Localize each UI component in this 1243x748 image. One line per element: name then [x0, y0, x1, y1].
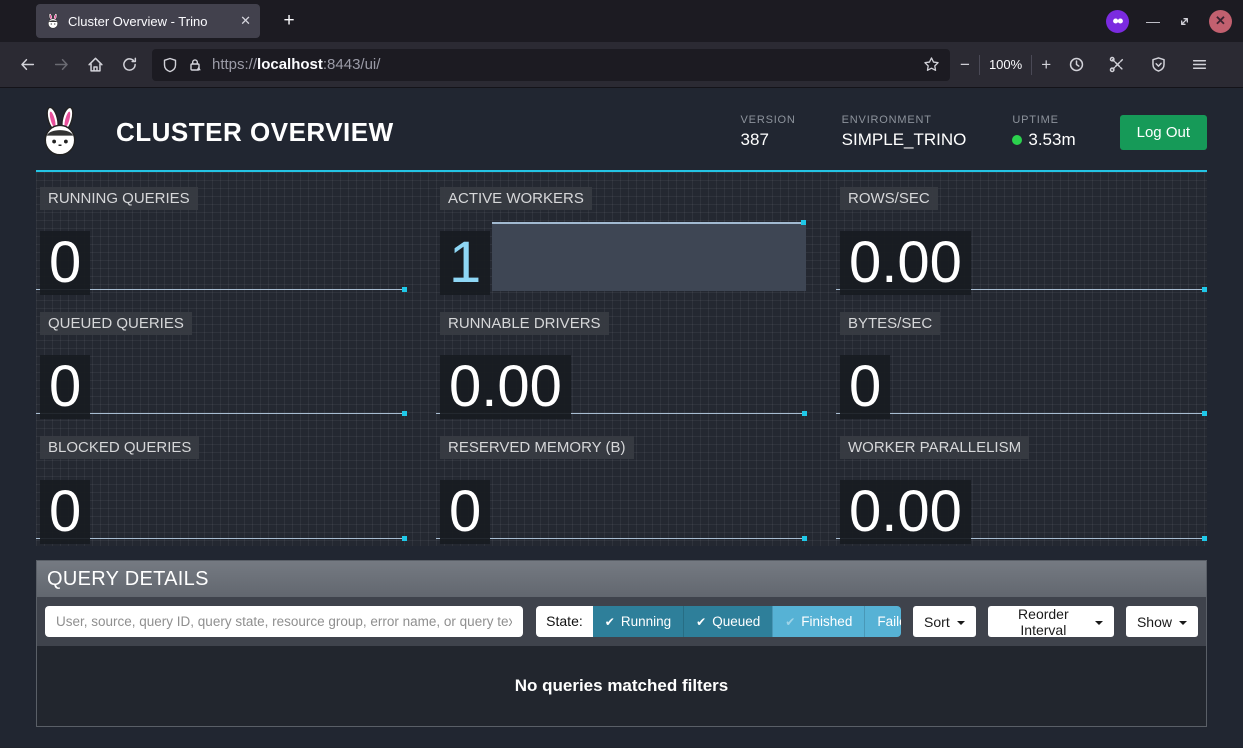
version-meta: VERSION 387: [741, 114, 796, 150]
zoom-out-button[interactable]: −: [960, 55, 970, 75]
query-filter-toolbar: State: ✔ Running ✔ Queued ✔ Finished Fai…: [37, 597, 1206, 646]
sort-dropdown[interactable]: Sort: [913, 606, 976, 637]
state-filter-finished[interactable]: ✔ Finished: [772, 606, 864, 637]
sparkline: [36, 413, 407, 414]
lock-warning-icon[interactable]: [187, 57, 203, 73]
trino-cluster-overview-page: CLUSTER OVERVIEW VERSION 387 ENVIRONMENT…: [0, 88, 1243, 747]
url-text: https://localhost:8443/ui/: [212, 56, 380, 73]
zoom-in-button[interactable]: +: [1041, 55, 1051, 75]
browser-tab[interactable]: Cluster Overview - Trino ✕: [36, 4, 260, 38]
browser-toolbar: https://localhost:8443/ui/ − 100% +: [0, 42, 1243, 88]
home-button[interactable]: [78, 49, 112, 81]
window-close-button[interactable]: ✕: [1209, 10, 1232, 33]
zoom-level[interactable]: 100%: [989, 57, 1022, 72]
caret-down-icon: [1095, 621, 1103, 625]
stat-value: 0.00: [440, 355, 571, 419]
stat-value: 0: [40, 231, 90, 295]
separator: [1031, 55, 1032, 75]
separator: [979, 55, 980, 75]
caret-down-icon: [957, 621, 965, 625]
window-restore-button[interactable]: [1177, 14, 1192, 29]
shield-icon[interactable]: [162, 57, 178, 73]
query-search-input[interactable]: [45, 606, 523, 637]
empty-message: No queries matched filters: [515, 676, 729, 696]
menu-hamburger-icon[interactable]: [1182, 49, 1216, 81]
logout-button[interactable]: Log Out: [1120, 115, 1207, 150]
new-tab-button[interactable]: +: [274, 6, 304, 36]
environment-value: SIMPLE_TRINO: [842, 130, 967, 150]
sparkline: [436, 538, 807, 539]
stat-active-workers: ACTIVE WORKERS 1: [436, 172, 807, 297]
environment-meta: ENVIRONMENT SIMPLE_TRINO: [842, 114, 967, 150]
trino-logo: [36, 107, 84, 157]
stats-grid: RUNNING QUERIES 0 ACTIVE WORKERS 1 ROWS/…: [36, 172, 1207, 546]
screenshot-scissors-icon[interactable]: [1100, 49, 1134, 81]
stat-blocked-queries: BLOCKED QUERIES 0: [36, 421, 407, 546]
state-filter-group: State: ✔ Running ✔ Queued ✔ Finished Fai…: [536, 606, 901, 637]
back-button[interactable]: [10, 49, 44, 81]
stat-value: 0: [840, 355, 890, 419]
stat-value: 0: [40, 355, 90, 419]
show-dropdown[interactable]: Show: [1126, 606, 1198, 637]
stat-value: 0.00: [840, 480, 971, 544]
state-filter-running[interactable]: ✔ Running: [593, 606, 683, 637]
stat-rows-sec: ROWS/SEC 0.00: [836, 172, 1207, 297]
query-list-empty-state: No queries matched filters: [37, 646, 1206, 726]
stat-value: 1: [440, 231, 490, 295]
state-label: State:: [536, 606, 593, 637]
stat-running-queries: RUNNING QUERIES 0: [36, 172, 407, 297]
query-details-panel: QUERY DETAILS State: ✔ Running ✔ Queued …: [36, 560, 1207, 727]
query-details-title: QUERY DETAILS: [37, 561, 1206, 597]
state-filter-queued[interactable]: ✔ Queued: [683, 606, 772, 637]
uptime-status-dot: [1012, 135, 1022, 145]
window-minimize-button[interactable]: —: [1146, 13, 1160, 29]
stat-worker-parallelism: WORKER PARALLELISM 0.00: [836, 421, 1207, 546]
sparkline: [36, 289, 407, 290]
shield-check-icon[interactable]: [1141, 49, 1175, 81]
tab-close-icon[interactable]: ✕: [240, 13, 251, 29]
url-bar[interactable]: https://localhost:8443/ui/: [152, 49, 950, 81]
reload-button[interactable]: [112, 49, 146, 81]
history-clock-icon[interactable]: [1059, 49, 1093, 81]
sparkline: [836, 413, 1207, 414]
check-icon: ✔: [696, 615, 706, 629]
stat-reserved-memory: RESERVED MEMORY (B) 0: [436, 421, 807, 546]
tab-title: Cluster Overview - Trino: [68, 14, 229, 29]
stat-value: 0: [440, 480, 490, 544]
check-icon: ✔: [785, 615, 795, 629]
version-value: 387: [741, 130, 796, 150]
stat-queued-queries: QUEUED QUERIES 0: [36, 297, 407, 422]
stat-value: 0.00: [840, 231, 971, 295]
sparkline: [36, 538, 407, 539]
browser-titlebar: Cluster Overview - Trino ✕ + — ✕: [0, 0, 1243, 42]
trino-favicon-icon: [45, 13, 61, 29]
app-header: CLUSTER OVERVIEW VERSION 387 ENVIRONMENT…: [36, 88, 1207, 172]
bookmark-star-icon[interactable]: [923, 56, 940, 73]
check-icon: ✔: [605, 615, 615, 629]
uptime-meta: UPTIME 3.53m: [1012, 114, 1075, 150]
sparkline-area: [492, 222, 806, 291]
forward-button[interactable]: [44, 49, 78, 81]
private-browsing-icon: [1106, 10, 1129, 33]
stat-runnable-drivers: RUNNABLE DRIVERS 0.00: [436, 297, 807, 422]
page-title: CLUSTER OVERVIEW: [116, 117, 394, 148]
state-filter-failed-dropdown[interactable]: Failed: [864, 606, 901, 637]
stat-value: 0: [40, 480, 90, 544]
reorder-interval-dropdown[interactable]: Reorder Interval: [988, 606, 1114, 637]
stat-bytes-sec: BYTES/SEC 0: [836, 297, 1207, 422]
caret-down-icon: [1179, 621, 1187, 625]
uptime-value: 3.53m: [1028, 130, 1075, 150]
